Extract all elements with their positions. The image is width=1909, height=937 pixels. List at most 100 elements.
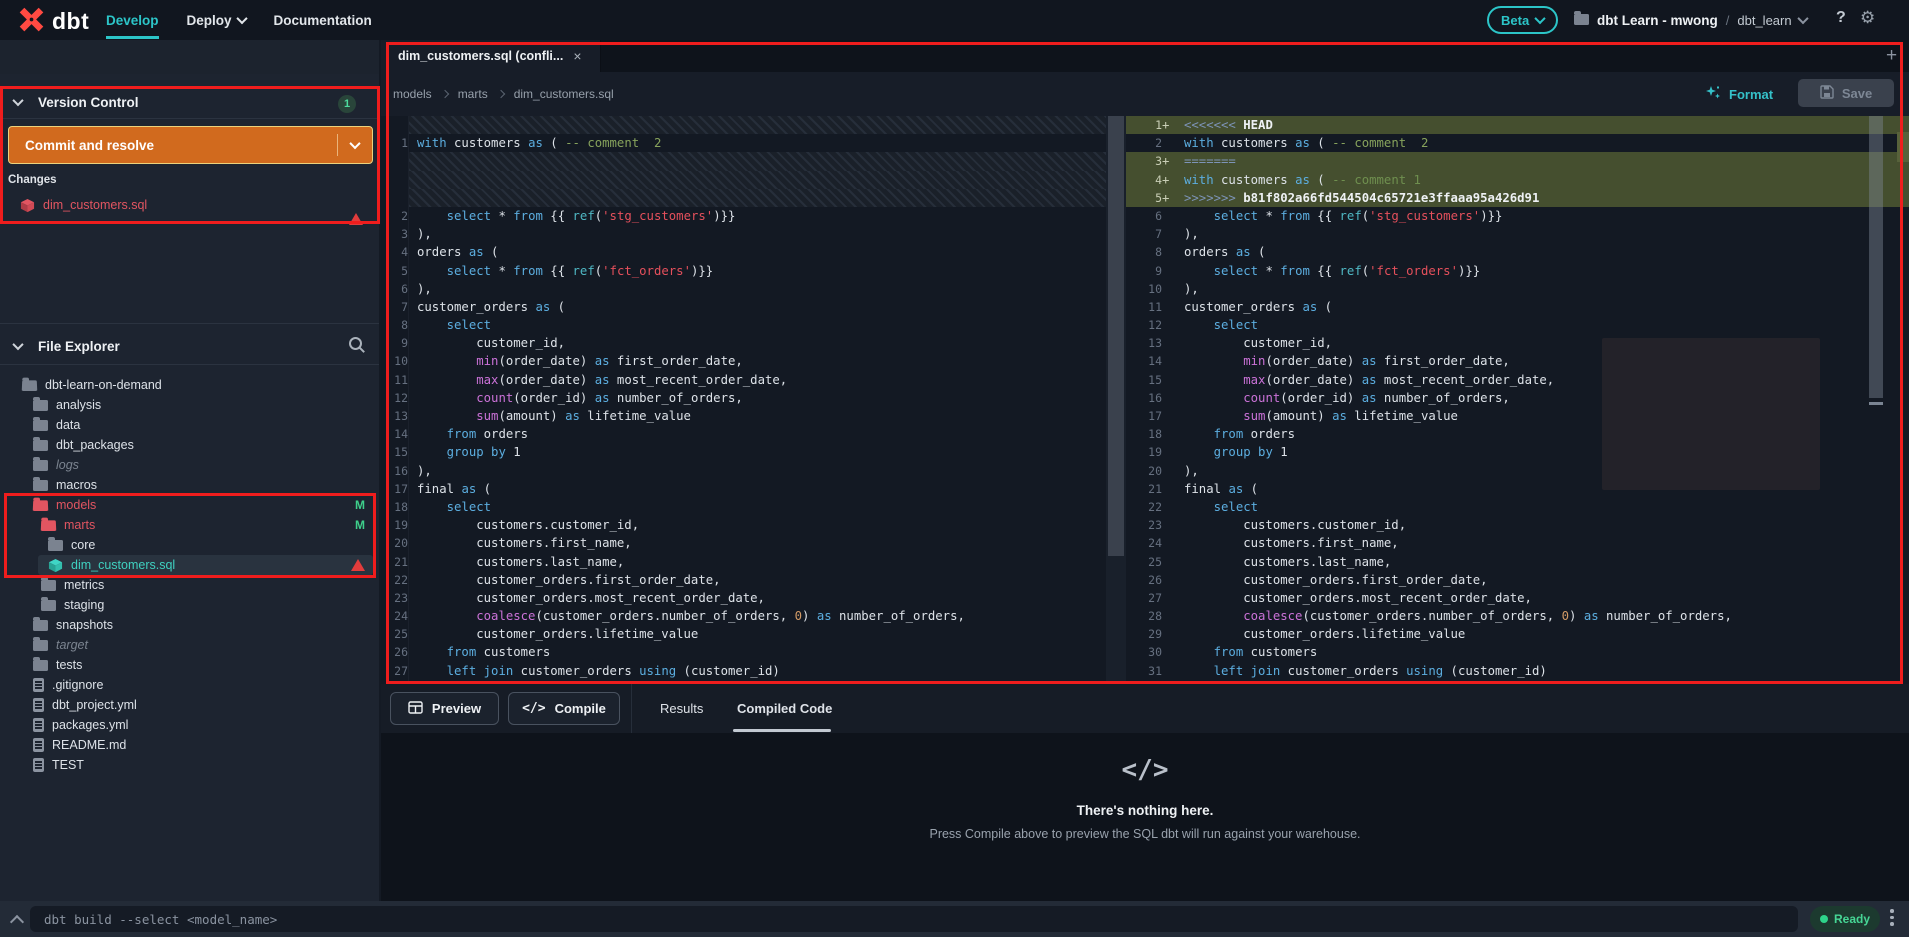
code-line: 9 select * from {{ ref('fct_orders')}}: [1155, 263, 1481, 278]
modified-badge: M: [355, 498, 365, 512]
close-icon[interactable]: ×: [573, 48, 581, 64]
tree-item-snapshots[interactable]: snapshots: [0, 615, 379, 635]
dbt-logo[interactable]: dbt: [18, 6, 89, 36]
right-pane-scrollbar-thumb[interactable]: [1869, 116, 1883, 398]
left-pane-scrollbar[interactable]: [1106, 116, 1126, 684]
code-line: 22 select: [1148, 499, 1259, 514]
kebab-menu-icon[interactable]: [1890, 909, 1894, 926]
tree-item-label: packages.yml: [52, 718, 129, 732]
help-icon[interactable]: ?: [1836, 9, 1846, 27]
chevron-down-icon: [12, 94, 24, 107]
search-icon[interactable]: [348, 336, 366, 357]
nav-documentation[interactable]: Documentation: [274, 0, 372, 40]
command-bar: dbt build --select <model_name> Ready: [0, 901, 1909, 937]
folder-icon: [1574, 10, 1589, 28]
code-line: 10),: [1148, 281, 1199, 296]
floppy-icon: [1820, 84, 1834, 102]
tree-item-dbt-packages[interactable]: dbt_packages: [0, 435, 379, 455]
code-line: 7 customer_orders as (: [381, 297, 1106, 317]
tree-item-label: analysis: [56, 398, 102, 412]
code-line: 18 select: [381, 497, 1106, 517]
compile-button[interactable]: </> Compile: [508, 692, 620, 725]
folder-icon: [33, 616, 48, 631]
save-button[interactable]: Save: [1798, 79, 1894, 107]
version-control-header[interactable]: Version Control: [0, 86, 379, 118]
folder-icon: [33, 396, 48, 411]
tree-item-test[interactable]: TEST: [0, 755, 379, 775]
model-cube-icon: [20, 198, 35, 213]
diff-editor[interactable]: 1 with customers as ( -- comment 2 2 selec…: [381, 116, 1909, 684]
tree-item-macros[interactable]: macros: [0, 475, 379, 495]
code-line: 3),: [381, 225, 1106, 244]
breadcrumb: models marts dim_customers.sql: [393, 72, 614, 116]
tree-item-label: README.md: [52, 738, 127, 752]
new-tab-icon[interactable]: +: [1886, 45, 1897, 67]
command-input[interactable]: dbt build --select <model_name>: [30, 906, 1798, 932]
dbt-logo-icon: [18, 6, 45, 36]
code-line: 25 customer_orders.lifetime_value: [381, 625, 1106, 644]
tree-item-metrics[interactable]: metrics: [0, 575, 379, 595]
tab-compiled-code[interactable]: Compiled Code: [737, 684, 832, 733]
code-line: 11 max(order_date) as most_recent_order_…: [381, 370, 1106, 389]
code-line: 1 with customers as ( -- comment 2: [381, 134, 1106, 153]
changed-file-row[interactable]: dim_customers.sql: [0, 194, 379, 225]
diff-left-pane[interactable]: 1 with customers as ( -- comment 2 2 selec…: [381, 116, 1106, 684]
top-nav: dbt Develop Deploy Documentation Beta dbt …: [0, 0, 1909, 40]
tree-item-target[interactable]: target: [0, 635, 379, 655]
sparkles-icon: [1705, 85, 1721, 104]
tree-item-data[interactable]: data: [0, 415, 379, 435]
breadcrumb-item[interactable]: models: [393, 87, 432, 101]
tree-item-readme-md[interactable]: README.md: [0, 735, 379, 755]
tree-item-staging[interactable]: staging: [0, 595, 379, 615]
nav-deploy[interactable]: Deploy: [187, 0, 248, 40]
code-line: 29 customer_orders.lifetime_value: [1148, 627, 1466, 642]
scrollbar-thumb[interactable]: [1108, 116, 1124, 556]
tree-item-label: dbt_project.yml: [52, 698, 137, 712]
tree-item-label: .gitignore: [52, 678, 104, 692]
tree-item-packages-yml[interactable]: packages.yml: [0, 715, 379, 735]
file-explorer-header[interactable]: File Explorer: [0, 330, 379, 362]
divider: [0, 323, 379, 324]
commit-options-caret[interactable]: [338, 137, 372, 150]
gear-icon[interactable]: ⚙: [1860, 8, 1875, 28]
tree-item-dim-customers-sql[interactable]: dim_customers.sql: [0, 555, 379, 575]
code-line: 28 coalesce(customer_orders.number_of_or…: [1148, 609, 1732, 624]
folder-icon: [33, 416, 48, 431]
modified-badge: M: [355, 518, 365, 532]
preview-button[interactable]: Preview: [390, 692, 499, 725]
code-line: 14 from orders: [381, 425, 1106, 444]
nav-develop[interactable]: Develop: [106, 0, 159, 40]
tree-item-tests[interactable]: tests: [0, 655, 379, 675]
tree-item-dbt-project-yml[interactable]: dbt_project.yml: [0, 695, 379, 715]
code-line: 27 left join customer_orders using (cust…: [381, 661, 1106, 680]
beta-dropdown[interactable]: Beta: [1487, 6, 1559, 34]
commit-and-resolve-button[interactable]: Commit and resolve: [8, 126, 373, 164]
folder-icon: [33, 456, 48, 471]
collapse-chevron-icon[interactable]: [9, 914, 25, 930]
tree-item-models[interactable]: models M: [0, 495, 379, 515]
tree-item-marts[interactable]: marts M: [0, 515, 379, 535]
code-line: 15 group by 1: [381, 443, 1106, 462]
tree-item-logs[interactable]: logs: [0, 455, 379, 475]
status-dot: [1819, 915, 1828, 923]
repo-name: dbt_learn: [1737, 12, 1792, 28]
file-icon: [33, 678, 44, 692]
code-line: 12 count(order_id) as number_of_orders,: [381, 388, 1106, 407]
tree-item-label: staging: [64, 598, 105, 612]
tree-item-dbt-learn-on-demand[interactable]: dbt-learn-on-demand: [0, 375, 379, 395]
tree-item--gitignore[interactable]: .gitignore: [0, 675, 379, 695]
branch-bar: on-demand-practice: [0, 40, 379, 104]
tab-results[interactable]: Results: [660, 684, 703, 733]
breadcrumb-item[interactable]: dim_customers.sql: [514, 87, 614, 101]
tree-item-core[interactable]: core: [0, 535, 379, 555]
folder-icon: [33, 656, 48, 671]
format-button[interactable]: Format: [1705, 80, 1773, 108]
code-line: 12 select: [1148, 318, 1259, 333]
tree-item-analysis[interactable]: analysis: [0, 395, 379, 415]
breadcrumb-item[interactable]: marts: [458, 87, 488, 101]
code-line: 7),: [1155, 227, 1199, 242]
tab-dim-customers[interactable]: dim_customers.sql (confli... ×: [381, 40, 601, 72]
folder-open-icon: [32, 499, 49, 511]
repo-selector[interactable]: dbt_learn: [1737, 12, 1809, 28]
code-line: 8 select: [381, 316, 1106, 335]
